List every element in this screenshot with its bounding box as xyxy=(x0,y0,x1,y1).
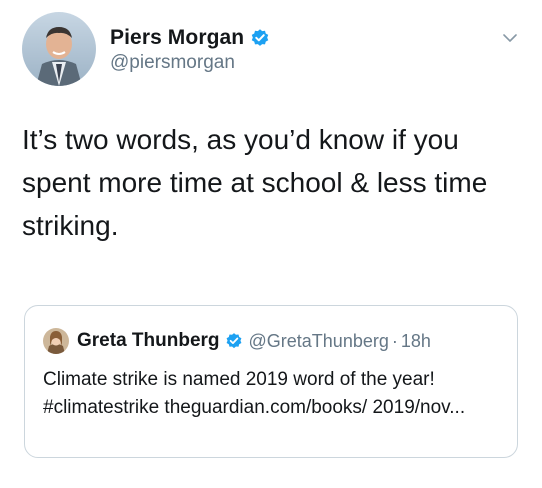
tweet-text: It’s two words, as you’d know if you spe… xyxy=(22,124,488,241)
tweet: Piers Morgan @piersmorgan It’s two words… xyxy=(0,0,542,488)
author-name-row: Piers Morgan xyxy=(110,24,270,52)
author-name[interactable]: Piers Morgan xyxy=(110,26,244,50)
quoted-author-handle: @GretaThunberg xyxy=(248,330,389,351)
quoted-tweet-text: Climate strike is named 2019 word of the… xyxy=(43,369,466,418)
quoted-tweet-card[interactable]: Greta Thunberg @GretaThunberg · 18h Clim… xyxy=(24,305,518,458)
author-avatar[interactable] xyxy=(22,12,96,86)
quoted-tweet-header: Greta Thunberg @GretaThunberg · 18h xyxy=(43,328,431,354)
quoted-separator: · xyxy=(391,330,398,351)
quoted-author-avatar xyxy=(43,328,69,354)
verified-badge-icon xyxy=(250,28,270,48)
author-handle[interactable]: @piersmorgan xyxy=(110,52,235,74)
verified-badge-icon xyxy=(225,332,243,350)
chevron-down-icon[interactable] xyxy=(500,28,520,48)
quoted-author-name: Greta Thunberg xyxy=(77,330,220,351)
quoted-timestamp: 18h xyxy=(400,330,431,351)
